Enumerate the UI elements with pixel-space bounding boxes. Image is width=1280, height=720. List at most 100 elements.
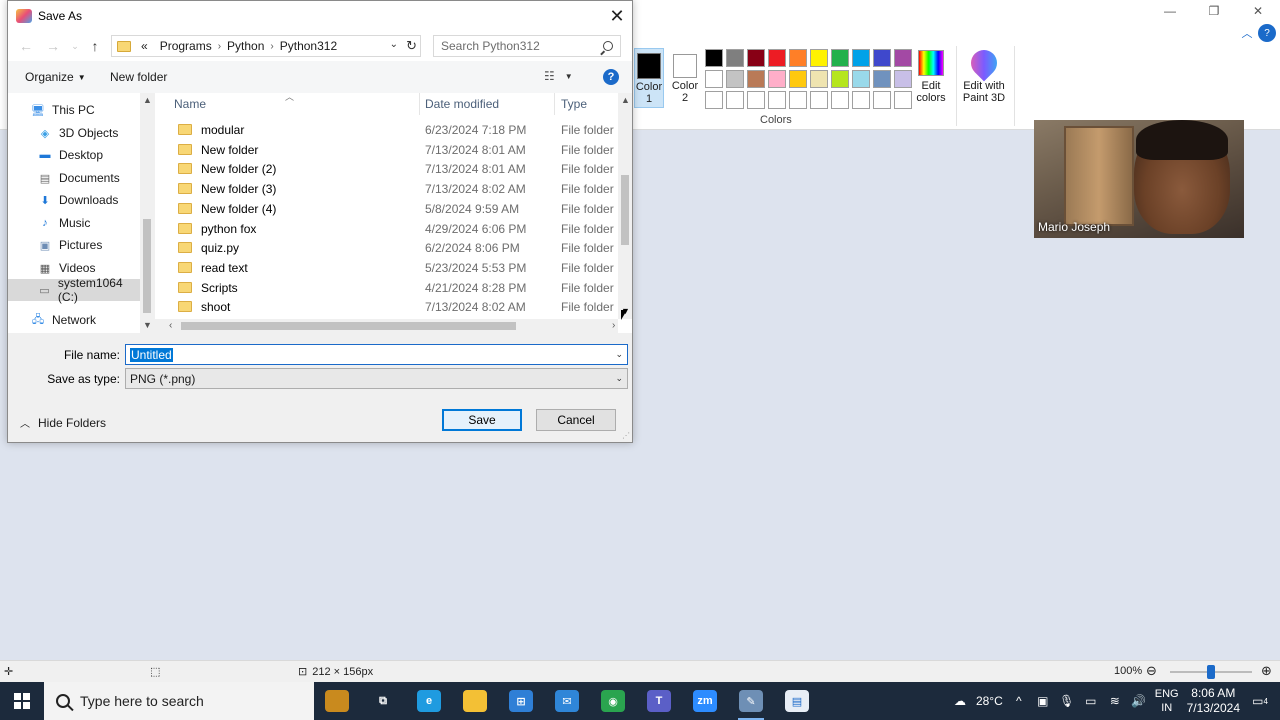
- file-explorer-app-button[interactable]: [452, 682, 498, 720]
- chevron-up-icon[interactable]: ^: [1011, 693, 1027, 709]
- column-name[interactable]: Name: [174, 97, 206, 111]
- scroll-left-icon[interactable]: ‹: [169, 320, 172, 331]
- palette-swatch[interactable]: [768, 49, 786, 67]
- resize-grip-icon[interactable]: ⋰: [622, 431, 630, 440]
- palette-swatch[interactable]: [831, 91, 849, 109]
- nav-scroll-thumb[interactable]: [143, 219, 151, 313]
- palette-swatch[interactable]: [894, 49, 912, 67]
- view-options-button[interactable]: ☷ ▼: [544, 69, 573, 83]
- nav-item[interactable]: ▭ system1064 (C:): [8, 276, 140, 304]
- taskbar-search[interactable]: Type here to search: [44, 682, 314, 720]
- palette-swatch[interactable]: [894, 70, 912, 88]
- file-vscroll-thumb[interactable]: [621, 175, 629, 245]
- palette-swatch[interactable]: [810, 49, 828, 67]
- save-button[interactable]: Save: [442, 409, 522, 431]
- edge-app-button[interactable]: e: [406, 682, 452, 720]
- forward-arrow-icon[interactable]: →: [43, 37, 63, 55]
- start-button[interactable]: [0, 682, 44, 720]
- cancel-button[interactable]: Cancel: [536, 409, 616, 431]
- nav-item[interactable]: ♪ Music: [8, 212, 140, 234]
- palette-swatch[interactable]: [873, 70, 891, 88]
- save-as-type-select[interactable]: PNG (*.png) ⌄: [125, 368, 628, 389]
- zoom-slider-thumb[interactable]: [1207, 665, 1215, 679]
- file-row[interactable]: New folder (3) 7/13/2024 8:02 AM File fold…: [155, 179, 618, 199]
- scroll-down-icon[interactable]: ▼: [143, 320, 152, 330]
- palette-swatch[interactable]: [726, 49, 744, 67]
- wifi-icon[interactable]: ≋: [1107, 693, 1123, 709]
- file-name-input[interactable]: Untitled ⌄: [125, 344, 628, 365]
- zoom-out-icon[interactable]: ⊖: [1146, 663, 1157, 679]
- language-indicator[interactable]: ENG IN: [1155, 687, 1179, 715]
- file-row[interactable]: shoot 7/13/2024 8:02 AM File folder: [155, 297, 618, 317]
- breadcrumb-overflow[interactable]: «: [135, 39, 154, 53]
- nav-item[interactable]: 🖧 Network: [8, 309, 140, 331]
- breadcrumb-python[interactable]: Python: [221, 39, 270, 53]
- file-row[interactable]: python fox 4/29/2024 6:06 PM File folder: [155, 219, 618, 239]
- minimize-button[interactable]: —: [1148, 0, 1192, 22]
- palette-swatch[interactable]: [705, 70, 723, 88]
- palette-swatch[interactable]: [873, 91, 891, 109]
- file-row[interactable]: modular 6/23/2024 7:18 PM File folder: [155, 120, 618, 140]
- file-row[interactable]: read text 5/23/2024 5:53 PM File folder: [155, 258, 618, 278]
- breadcrumb-programs[interactable]: Programs: [154, 39, 218, 53]
- chevron-down-icon[interactable]: ⌄: [390, 39, 398, 50]
- edit-with-paint3d-button[interactable]: Edit with Paint 3D: [960, 44, 1008, 104]
- edit-colors-button[interactable]: Edit colors: [912, 50, 950, 104]
- toolbox-app-button[interactable]: [314, 682, 360, 720]
- palette-swatch[interactable]: [747, 70, 765, 88]
- palette-swatch[interactable]: [810, 70, 828, 88]
- palette-swatch[interactable]: [852, 91, 870, 109]
- mail-app-button[interactable]: ✉: [544, 682, 590, 720]
- column-date-modified[interactable]: Date modified: [425, 97, 499, 111]
- address-bar[interactable]: « Programs › Python › Python312 ⌄ ↻: [111, 35, 421, 57]
- file-hscroll-thumb[interactable]: [181, 322, 516, 330]
- microphone-icon[interactable]: 🎙: [1059, 693, 1075, 709]
- column-type[interactable]: Type: [561, 97, 587, 111]
- palette-swatch[interactable]: [768, 91, 786, 109]
- help-icon[interactable]: ?: [603, 69, 619, 85]
- notifications-icon[interactable]: ▭ 4: [1248, 693, 1272, 709]
- palette-swatch[interactable]: [747, 49, 765, 67]
- palette-swatch[interactable]: [873, 49, 891, 67]
- chevron-up-icon[interactable]: ︿: [1240, 26, 1254, 40]
- file-horizontal-scrollbar[interactable]: ‹ ›: [155, 319, 618, 333]
- file-row[interactable]: Scripts 4/21/2024 8:28 PM File folder: [155, 278, 618, 298]
- teams-app-button[interactable]: T: [636, 682, 682, 720]
- palette-swatch[interactable]: [726, 70, 744, 88]
- zoom-app-button[interactable]: zm: [682, 682, 728, 720]
- nav-item[interactable]: 🖥 This PC: [8, 99, 140, 121]
- nav-item[interactable]: ◈ 3D Objects: [8, 122, 140, 144]
- file-vertical-scrollbar[interactable]: ▲ ▼: [618, 93, 632, 319]
- nav-item[interactable]: ▣ Pictures: [8, 234, 140, 256]
- zoom-in-icon[interactable]: ⊕: [1261, 663, 1272, 679]
- palette-swatch[interactable]: [789, 70, 807, 88]
- file-row[interactable]: quiz.py 6/2/2024 8:06 PM File folder: [155, 238, 618, 258]
- column-divider[interactable]: [419, 93, 420, 115]
- palette-swatch[interactable]: [831, 70, 849, 88]
- organize-button[interactable]: Organize ▼: [25, 70, 86, 84]
- battery-icon[interactable]: ▭: [1083, 693, 1099, 709]
- volume-icon[interactable]: 🔊: [1131, 693, 1147, 709]
- scroll-right-icon[interactable]: ›: [612, 320, 615, 331]
- store-app-button[interactable]: ⊞: [498, 682, 544, 720]
- palette-swatch[interactable]: [852, 70, 870, 88]
- color2-button[interactable]: Color 2: [668, 48, 702, 108]
- temperature[interactable]: 28°C: [976, 694, 1003, 708]
- back-arrow-icon[interactable]: ←: [16, 37, 36, 55]
- palette-swatch[interactable]: [705, 49, 723, 67]
- task-view-button[interactable]: ⧉: [360, 682, 406, 720]
- file-row[interactable]: New folder (2) 7/13/2024 8:01 AM File fold…: [155, 159, 618, 179]
- file-row[interactable]: New folder 7/13/2024 8:01 AM File folder: [155, 140, 618, 160]
- nav-item[interactable]: ⬇ Downloads: [8, 189, 140, 211]
- chevron-down-icon[interactable]: ⌄: [615, 373, 623, 384]
- up-arrow-icon[interactable]: ↑: [85, 37, 105, 55]
- paint-app-button[interactable]: ✎: [728, 682, 774, 720]
- zoom-slider[interactable]: [1170, 665, 1252, 679]
- palette-swatch[interactable]: [705, 91, 723, 109]
- breadcrumb-python312[interactable]: Python312: [274, 39, 343, 53]
- palette-swatch[interactable]: [831, 49, 849, 67]
- palette-swatch[interactable]: [768, 70, 786, 88]
- color1-button[interactable]: Color 1: [634, 48, 664, 108]
- paint-help-icon[interactable]: ?: [1258, 24, 1276, 42]
- nav-scrollbar[interactable]: ▲ ▼: [140, 93, 154, 333]
